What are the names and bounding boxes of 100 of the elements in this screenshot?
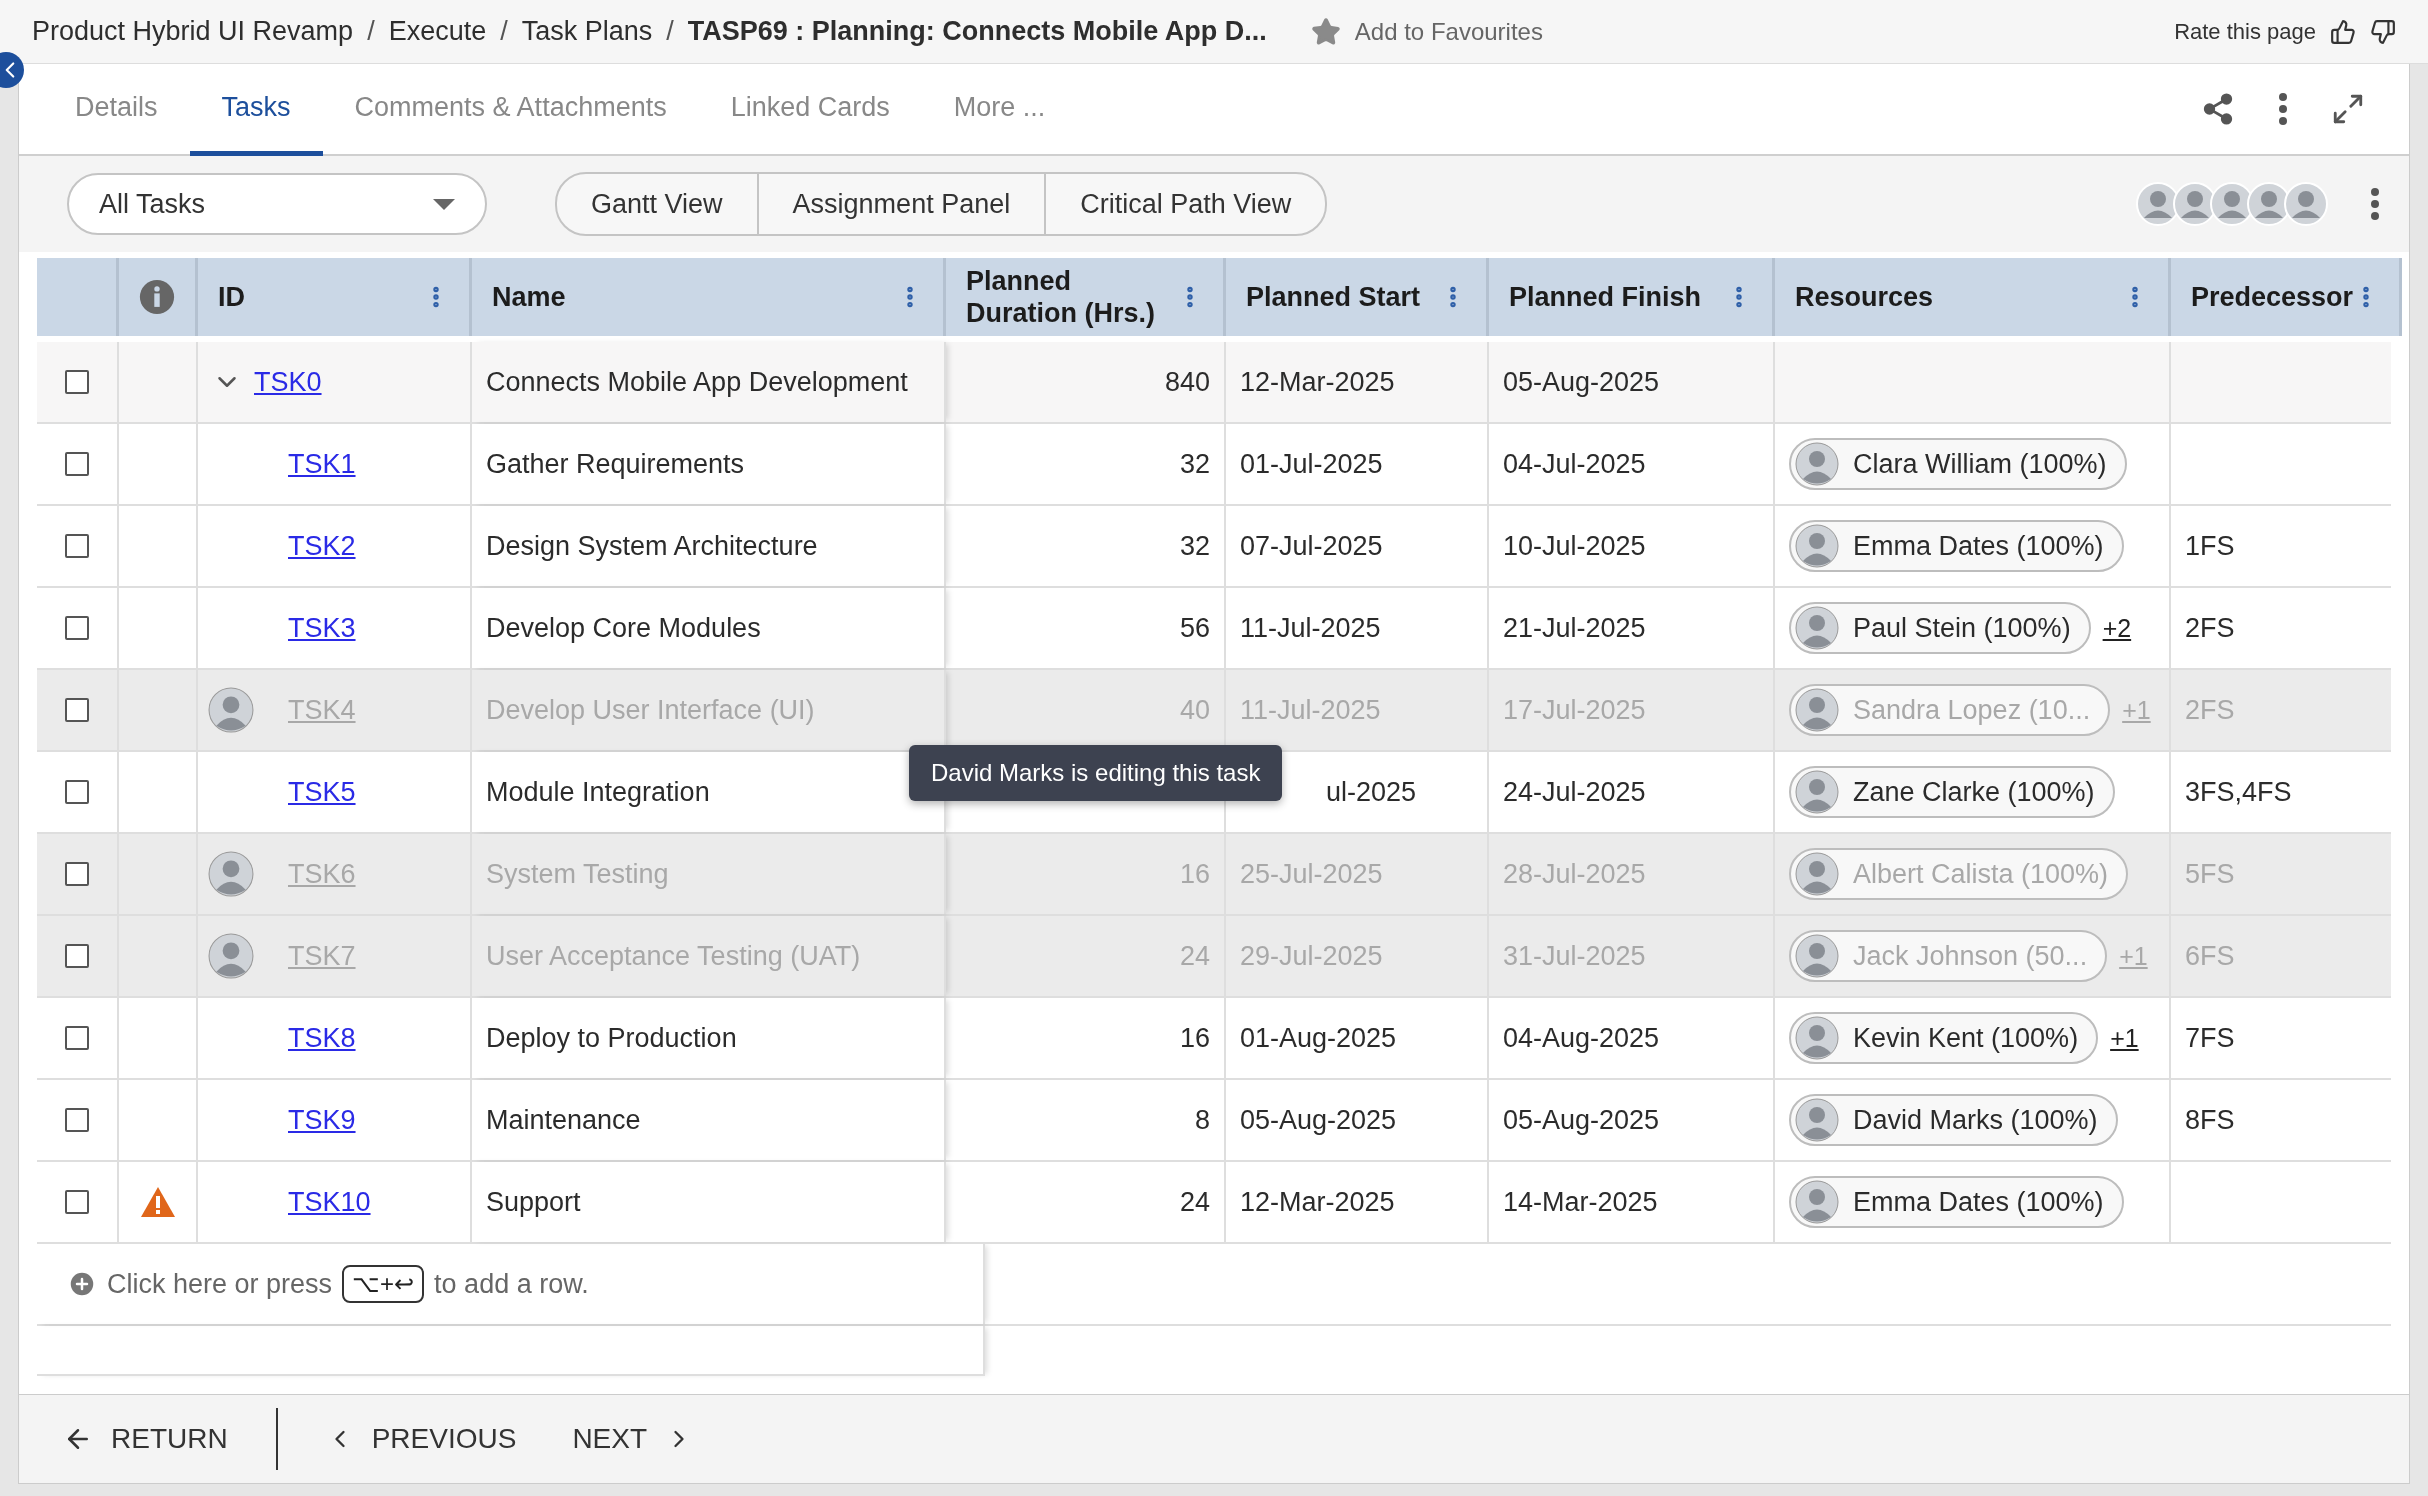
more-options-button[interactable] <box>2279 93 2287 125</box>
previous-button[interactable]: PREVIOUS <box>307 1423 535 1455</box>
column-header: ID <box>218 280 245 314</box>
task-id-link[interactable]: TSK2 <box>288 530 356 562</box>
checkbox[interactable] <box>65 698 89 722</box>
task-name: User Acceptance Testing (UAT) <box>486 940 861 972</box>
breadcrumb-separator: / <box>500 16 508 47</box>
checkbox[interactable] <box>65 1026 89 1050</box>
view-button[interactable]: Gantt View <box>557 174 757 234</box>
task-id-link[interactable]: TSK10 <box>288 1186 371 1218</box>
start-date: ul-2025 <box>1326 776 1417 808</box>
column-header: Name <box>492 280 566 314</box>
checkbox[interactable] <box>65 534 89 558</box>
expand-button[interactable] <box>2331 92 2365 126</box>
resource-chip[interactable]: Clara William (100%) <box>1789 438 2127 490</box>
checkbox[interactable] <box>65 370 89 394</box>
predecessor-value: 5FS <box>2185 858 2235 890</box>
resource-chip[interactable]: Emma Dates (100%) <box>1789 520 2124 572</box>
kebab-icon <box>2371 188 2379 220</box>
task-id-link[interactable]: TSK1 <box>288 448 356 480</box>
info-icon <box>139 277 175 317</box>
predecessor-value: 6FS <box>2185 940 2235 972</box>
finish-date: 04-Jul-2025 <box>1503 448 1646 480</box>
finish-date: 10-Jul-2025 <box>1503 530 1646 562</box>
add-icon <box>67 1269 97 1299</box>
resource-chip[interactable]: Paul Stein (100%) <box>1789 602 2091 654</box>
predecessor-value: 7FS <box>2185 1022 2235 1054</box>
duration-value: 32 <box>1179 530 1210 562</box>
add-row-hint: Click here or press <box>107 1268 333 1300</box>
finish-date: 28-Jul-2025 <box>1503 858 1646 890</box>
checkbox[interactable] <box>65 862 89 886</box>
start-date: 01-Jul-2025 <box>1240 448 1383 480</box>
view-button[interactable]: Assignment Panel <box>756 174 1045 234</box>
finish-date: 05-Aug-2025 <box>1503 1104 1660 1136</box>
task-id-link[interactable]: TSK3 <box>288 612 356 644</box>
thumbs-up-button[interactable] <box>2330 18 2356 45</box>
tab[interactable]: Comments & Attachments <box>322 64 699 156</box>
breadcrumb-link[interactable]: Product Hybrid UI Revamp <box>32 16 354 47</box>
avatar-icon <box>1795 606 1839 650</box>
thumbs-down-button[interactable] <box>2370 18 2396 45</box>
column-header: Resources <box>1795 280 1934 314</box>
start-date: 25-Jul-2025 <box>1240 858 1383 890</box>
finish-date: 05-Aug-2025 <box>1503 366 1660 398</box>
more-resources-link[interactable]: +2 <box>2102 613 2132 643</box>
add-favourites-button[interactable]: Add to Favourites <box>1310 16 1543 47</box>
task-id-link[interactable]: TSK8 <box>288 1022 356 1054</box>
finish-date: 24-Jul-2025 <box>1503 776 1646 808</box>
duration-value: 16 <box>1179 1022 1210 1054</box>
checkbox[interactable] <box>65 780 89 804</box>
duration-value: 24 <box>1179 940 1210 972</box>
editor-avatar-icon <box>208 687 254 733</box>
avatar-icon <box>1795 852 1839 896</box>
checkbox[interactable] <box>65 944 89 968</box>
checkbox[interactable] <box>65 1108 89 1132</box>
toolbar-more-button[interactable] <box>2371 188 2379 220</box>
duration-value: 16 <box>1179 858 1210 890</box>
editor-avatar-icon <box>208 933 254 979</box>
avatar-icon <box>1795 524 1839 568</box>
tab[interactable]: More ... <box>921 64 1078 156</box>
more-resources-link[interactable]: +1 <box>2110 1023 2139 1053</box>
share-button[interactable] <box>2201 92 2235 126</box>
editor-avatar-icon <box>208 851 254 897</box>
view-filter-dropdown[interactable]: All Tasks <box>67 173 487 235</box>
task-name: System Testing <box>486 858 669 890</box>
task-id-link[interactable]: TSK9 <box>288 1104 356 1136</box>
checkbox[interactable] <box>65 616 89 640</box>
predecessor-value: 2FS <box>2185 612 2235 644</box>
checkbox[interactable] <box>65 452 89 476</box>
start-date: 12-Mar-2025 <box>1240 1186 1395 1218</box>
breadcrumb-link[interactable]: Execute <box>388 16 487 47</box>
duration-value: 24 <box>1179 1186 1210 1218</box>
column-header: Planned Finish <box>1509 280 1702 314</box>
column-header: Planned Duration (Hrs.) <box>966 264 1156 330</box>
resource-chip[interactable]: Kevin Kent (100%) <box>1789 1012 2099 1064</box>
breadcrumb-current: TASP69 : Planning: Connects Mobile App D... <box>687 16 1267 47</box>
resource-chip[interactable]: Emma Dates (100%) <box>1789 1176 2124 1228</box>
task-id-link[interactable]: TSK5 <box>288 776 356 808</box>
resource-chip[interactable]: Zane Clarke (100%) <box>1789 766 2115 818</box>
avatar-icon <box>1795 934 1839 978</box>
task-name: Connects Mobile App Development <box>486 366 908 398</box>
checkbox[interactable] <box>65 1190 89 1214</box>
return-button[interactable]: RETURN <box>45 1423 246 1455</box>
tab[interactable]: Linked Cards <box>698 64 922 156</box>
resource-chip[interactable]: David Marks (100%) <box>1789 1094 2118 1146</box>
predecessor-value: 8FS <box>2185 1104 2235 1136</box>
view-button[interactable]: Critical Path View <box>1044 174 1326 234</box>
shortcut-key: ⌥+↩ <box>342 1265 425 1303</box>
avatar-icon <box>1795 770 1839 814</box>
duration-value: 8 <box>1194 1104 1210 1136</box>
avatar-icon <box>1795 1098 1839 1142</box>
duration-value: 32 <box>1179 448 1210 480</box>
column-header: Planned Start <box>1246 280 1421 314</box>
tab[interactable]: Details <box>43 64 190 156</box>
next-button[interactable]: NEXT <box>554 1423 712 1455</box>
task-name: Design System Architecture <box>486 530 818 562</box>
breadcrumb-link[interactable]: Task Plans <box>521 16 653 47</box>
predecessor-value: 3FS,4FS <box>2185 776 2292 808</box>
task-id-link[interactable]: TSK0 <box>254 366 322 398</box>
start-date: 29-Jul-2025 <box>1240 940 1383 972</box>
task-name: Support <box>486 1186 581 1218</box>
